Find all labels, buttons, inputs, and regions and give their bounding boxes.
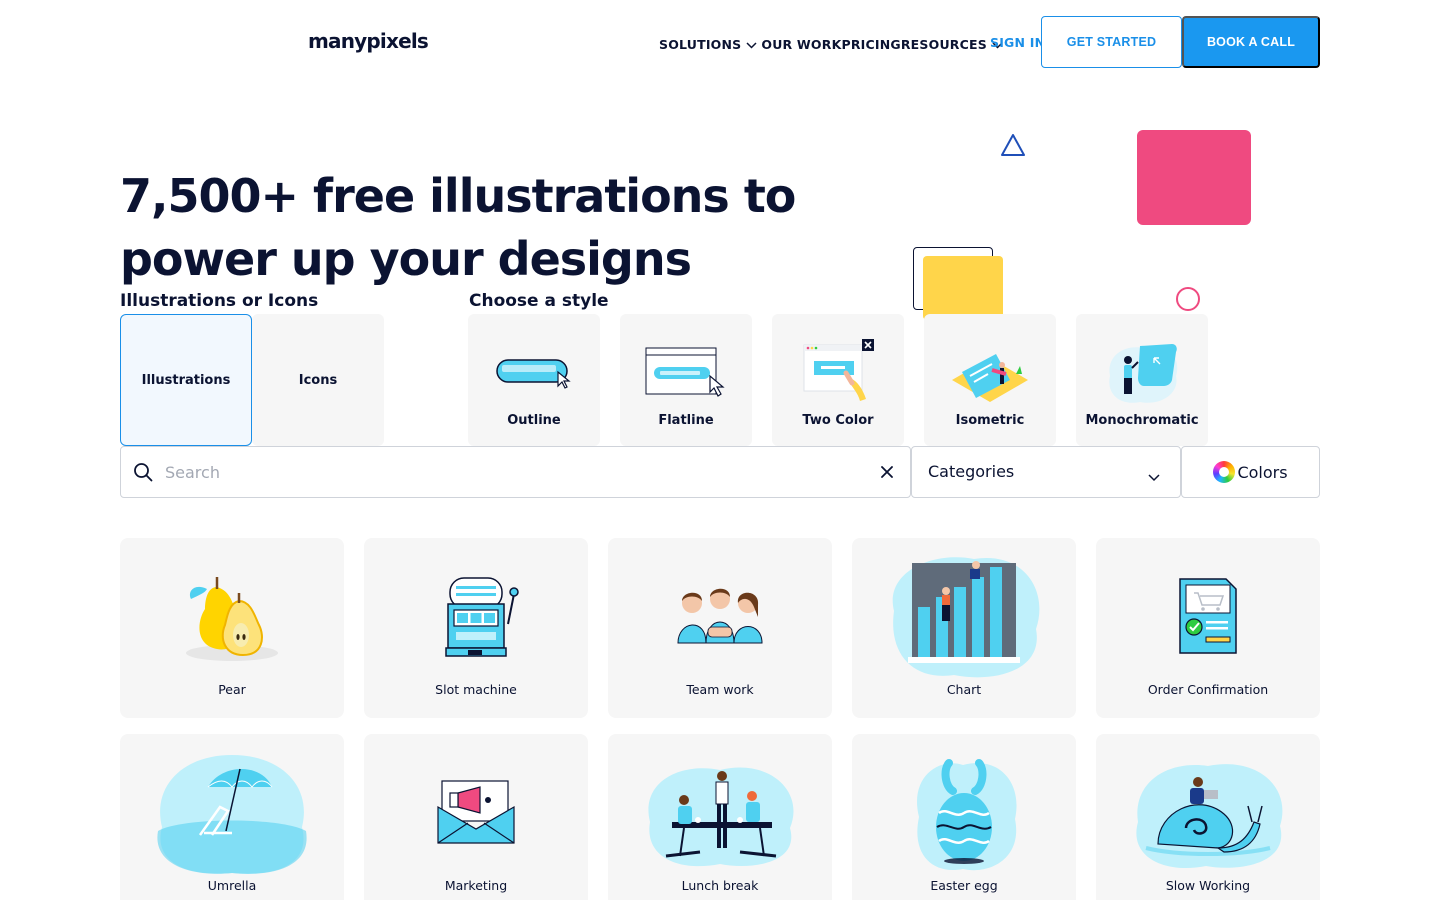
style-two-color-card[interactable]: Two Color (772, 314, 904, 446)
style-isometric-card[interactable]: Isometric (924, 314, 1056, 446)
illustration-card-chart[interactable]: Chart (852, 538, 1076, 718)
illustration-card-umrella[interactable]: Umrella (120, 734, 344, 900)
style-outline-label: Outline (507, 413, 561, 428)
team-work-illustration-icon (608, 548, 832, 683)
illustration-name: Order Confirmation (1147, 682, 1269, 697)
illustration-card-slow-working[interactable]: Slow Working (1096, 734, 1320, 900)
pink-square-decoration (1137, 130, 1251, 225)
illustration-name: Marketing (444, 878, 508, 893)
nav-pricing-label: PRICING (841, 36, 901, 52)
slot-machine-illustration-icon (364, 548, 588, 683)
style-monochromatic-card[interactable]: Monochromatic (1076, 314, 1208, 446)
style-flatline-card[interactable]: Flatline (620, 314, 752, 446)
illustration-card-order-confirmation[interactable]: Order Confirmation (1096, 538, 1320, 718)
color-wheel-icon (1213, 461, 1236, 483)
illustration-name: Chart (946, 682, 982, 697)
type-illustrations-card[interactable]: Illustrations (120, 314, 252, 446)
type-illustrations-label: Illustrations (141, 372, 231, 388)
illustration-card-lunch-break[interactable]: Lunch break (608, 734, 832, 900)
order-confirmation-illustration-icon (1096, 548, 1320, 683)
pear-illustration-icon (120, 548, 344, 683)
slow-working-illustration-icon (1096, 744, 1320, 879)
isometric-style-thumbnail-icon (924, 332, 1056, 412)
search-icon (133, 462, 153, 486)
illustration-card-marketing[interactable]: Marketing (364, 734, 588, 900)
type-icons-card[interactable]: Icons (252, 314, 384, 446)
illustration-card-easter-egg[interactable]: Easter egg (852, 734, 1076, 900)
categories-dropdown[interactable]: Categories (911, 446, 1181, 498)
chevron-down-icon (746, 37, 757, 52)
colors-label: Colors (1237, 462, 1288, 482)
illustration-name: Slot machine (435, 682, 517, 697)
circle-decoration (1176, 287, 1200, 311)
illustration-card-slot-machine[interactable]: Slot machine (364, 538, 588, 718)
triangle-decoration-icon (1000, 133, 1026, 161)
umbrella-illustration-icon (120, 744, 344, 879)
title-line-2: power up your designs (120, 232, 692, 286)
search-input[interactable] (165, 457, 845, 487)
page-title: 7,500+ free illustrations to power up yo… (120, 165, 820, 291)
manypixels-logo[interactable]: manypixels (308, 29, 429, 53)
marketing-illustration-icon (364, 744, 588, 879)
get-started-button[interactable]: GET STARTED (1041, 16, 1182, 68)
nav-pricing[interactable]: PRICING (841, 37, 900, 52)
illustration-name: Lunch break (681, 878, 759, 893)
style-isometric-label: Isometric (955, 413, 1025, 428)
sign-in-link[interactable]: SIGN IN (990, 35, 1045, 50)
close-icon[interactable] (879, 464, 895, 484)
title-line-1: 7,500+ free illustrations to (120, 169, 796, 223)
nav-solutions-label: SOLUTIONS (659, 36, 742, 52)
categories-label: Categories (928, 462, 1015, 481)
illustration-name: Pear (218, 682, 246, 697)
book-a-call-button[interactable]: BOOK A CALL (1182, 16, 1320, 68)
illustration-name: Umrella (207, 878, 257, 893)
style-two-color-label: Two Color (802, 413, 874, 428)
type-filter-label: Illustrations or Icons (120, 291, 319, 311)
illustration-card-team-work[interactable]: Team work (608, 538, 832, 718)
nav-resources-label: RESOURCES (900, 36, 987, 52)
nav-solutions[interactable]: SOLUTIONS (659, 37, 761, 52)
outline-style-thumbnail-icon (468, 332, 600, 412)
lunch-break-illustration-icon (608, 744, 832, 879)
chevron-down-icon (1148, 467, 1160, 486)
style-monochromatic-label: Monochromatic (1085, 413, 1199, 428)
search-bar (120, 446, 911, 498)
chart-illustration-icon (852, 548, 1076, 683)
style-flatline-label: Flatline (658, 413, 714, 428)
monochromatic-style-thumbnail-icon (1076, 332, 1208, 412)
colors-filter-button[interactable]: Colors (1181, 446, 1320, 498)
flatline-style-thumbnail-icon (620, 332, 752, 412)
illustration-name: Easter egg (930, 878, 998, 893)
easter-egg-illustration-icon (852, 744, 1076, 879)
style-outline-card[interactable]: Outline (468, 314, 600, 446)
style-filter-label: Choose a style (469, 291, 609, 311)
main-nav: SOLUTIONS OUR WORK PRICING RESOURCES (659, 36, 1007, 52)
two-color-style-thumbnail-icon (772, 332, 904, 412)
nav-our-work-label: OUR WORK (761, 36, 842, 52)
illustration-card-pear[interactable]: Pear (120, 538, 344, 718)
nav-our-work[interactable]: OUR WORK (761, 37, 841, 52)
illustration-name: Slow Working (1165, 878, 1251, 893)
illustration-name: Team work (686, 682, 754, 697)
yellow-square-decoration (923, 256, 1003, 320)
type-icons-label: Icons (298, 372, 338, 388)
